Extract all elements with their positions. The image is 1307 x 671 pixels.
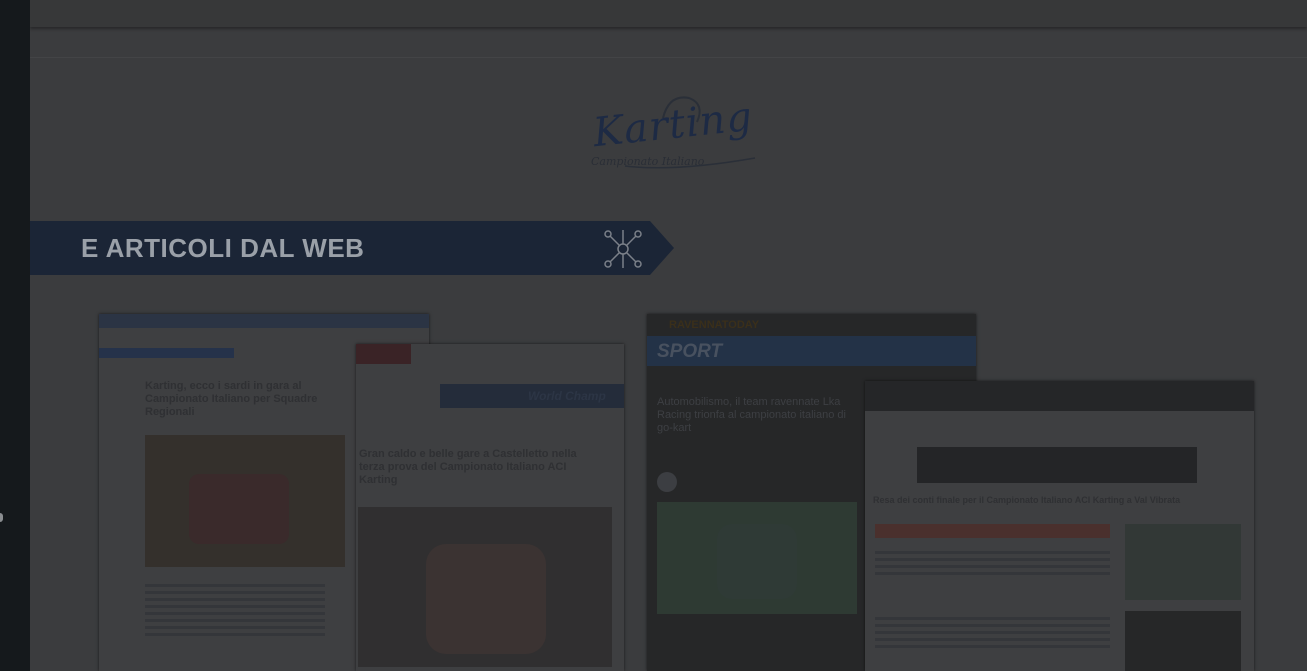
sidebar-indicator xyxy=(0,513,3,522)
article-screenshot-2: World Champ Gran caldo e belle gare a Ca… xyxy=(356,344,624,671)
divider xyxy=(30,57,1307,58)
section-title: E ARTICOLI DAL WEB xyxy=(81,233,365,263)
article-headline: Automobilismo, il team ravennate Lka Rac… xyxy=(657,396,846,435)
network-icon xyxy=(604,230,642,268)
article-screenshot-4: Resa dei conti finale per il Campionato … xyxy=(865,381,1254,671)
top-bar xyxy=(30,0,1307,27)
section-banner: E ARTICOLI DAL WEB xyxy=(30,221,650,275)
masthead: RAVENNATODAY xyxy=(669,319,760,331)
page-content: Karting Campionato Italiano E ARTICOLI D… xyxy=(30,0,1307,671)
section-label: SPORT xyxy=(657,341,723,362)
left-sidebar xyxy=(0,0,30,671)
article-photo xyxy=(1125,524,1241,600)
article-photo-2 xyxy=(1125,611,1241,671)
article-headline: Karting, ecco i sardi in gara al Campion… xyxy=(145,380,318,419)
avatar xyxy=(657,472,677,492)
banner-ad-text: World Champ xyxy=(528,389,606,403)
article-headline: Gran caldo e belle gare a Castelletto ne… xyxy=(359,448,577,487)
karting-logo: Karting Campionato Italiano xyxy=(585,88,765,183)
logo-subtitle: Campionato Italiano xyxy=(591,155,705,168)
banner-arrow xyxy=(650,221,674,275)
article-headline: Resa dei conti finale per il Campionato … xyxy=(873,495,1181,505)
